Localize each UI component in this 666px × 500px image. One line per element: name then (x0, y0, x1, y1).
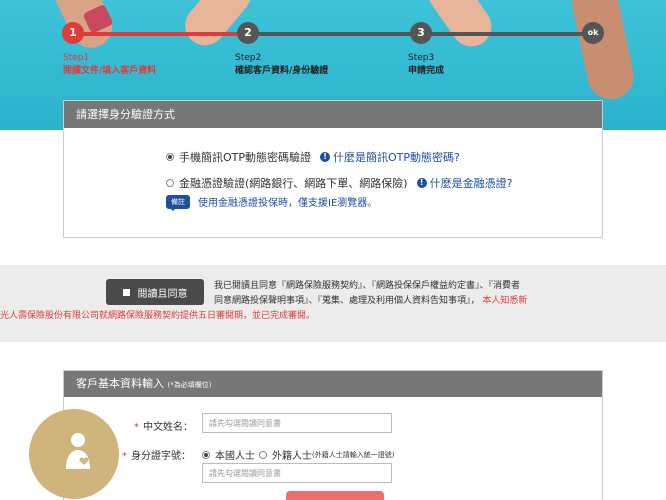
agreement-line-2: 同意網路投保聲明事項』、『蒐集、處理及利用個人資料告知事項』， (214, 296, 480, 306)
id-number-input[interactable] (202, 463, 392, 483)
customer-panel-title: 客戶基本資料輸入 (*為必填欄位) (64, 371, 602, 397)
agreement-line-3: 光人壽保險股份有限公司就網路保險服務契約提供五日審閱期，並已完成審閱。 (0, 311, 316, 321)
step-1-label: Step1 閱讀文件/填入客戶資料 (63, 52, 156, 78)
step-1-title: 閱讀文件/填入客戶資料 (63, 66, 157, 76)
customer-title: 客戶基本資料輸入 (76, 377, 164, 390)
step-2-label: Step2 確認客戶資料/身份驗證 (235, 52, 328, 78)
foreign-note: (外籍人士請輸入統一證號) (312, 450, 395, 459)
step-2-number: Step2 (235, 53, 262, 63)
otp-option-label: 手機簡訊OTP動態密碼驗證 (179, 151, 312, 164)
otp-help-link[interactable]: 什麼是簡訊OTP動態密碼? (333, 149, 460, 165)
foreign-label: 外籍人士 (272, 451, 312, 462)
checkbox-icon (122, 288, 130, 296)
person-icon (66, 433, 90, 469)
step-3-label: Step3 申請完成 (408, 52, 444, 78)
step-1-dot: 1 (62, 22, 84, 44)
info-icon: ! (416, 178, 427, 188)
step-ok-dot: ok (582, 22, 604, 44)
step-2-title: 確認客戶資料/身份驗證 (235, 66, 329, 76)
id-label-text: 身分證字號： (131, 451, 191, 462)
stepper-progress-line (72, 32, 248, 36)
domestic-radio[interactable] (202, 450, 210, 459)
step-3-dot: 3 (410, 22, 432, 44)
name-label-text: 中文姓名： (143, 422, 193, 433)
note-badge: 備註 (166, 194, 190, 211)
domestic-label: 本國人士 (215, 451, 255, 462)
otp-option[interactable]: 手機簡訊OTP動態密碼驗證 ! 什麼是簡訊OTP動態密碼? (166, 149, 460, 165)
otp-radio[interactable] (166, 153, 174, 161)
agreement-section: 我已閱讀且同意『網路保險服務契約』、『網路投保保戶權益約定書』、『消費者 同意網… (0, 265, 666, 342)
step-2-dot: 2 (237, 22, 259, 44)
agreement-line-1: 我已閱讀且同意『網路保險服務契約』、『網路投保保戶權益約定書』、『消費者 (214, 281, 521, 291)
step-3-title: 申請完成 (408, 66, 445, 76)
read-and-agree-label: 閱讀且同意 (137, 288, 188, 300)
id-label: * 身分證字號： (122, 451, 191, 462)
certificate-option[interactable]: 金融憑證驗證(網路銀行、網路下單、網路保險) ! 什麼是金融憑證? (166, 175, 512, 191)
application-page: 1 2 3 ok Step1 閱讀文件/填入客戶資料 Step2 確認客戶資料/… (0, 0, 666, 500)
foreign-radio[interactable] (259, 450, 267, 459)
hero-arm-image (420, 0, 500, 55)
required-note: (*為必填欄位) (167, 381, 212, 389)
chinese-name-input[interactable] (202, 413, 392, 433)
note-text: 使用金融憑證投保時，僅支援IE瀏覽器。 (198, 198, 378, 209)
customer-info-panel: 客戶基本資料輸入 (*為必填欄位) *中文姓名： *身分證字號： 本國人士 外籍… (29, 370, 603, 500)
identity-verification-panel: 請選擇身分驗證方式 手機簡訊OTP動態密碼驗證 ! 什麼是簡訊OTP動態密碼? … (63, 100, 603, 238)
info-icon: ! (320, 152, 331, 162)
agreement-line-2-red: 本人知悉新 (482, 296, 528, 306)
ie-note: 備註 使用金融憑證投保時，僅支援IE瀏覽器。 (166, 194, 378, 211)
certificate-help-link[interactable]: 什麼是金融憑證? (430, 175, 513, 191)
step-3-number: Step3 (408, 53, 435, 63)
submit-button[interactable] (286, 491, 384, 500)
step-1-number: Step1 (63, 53, 90, 63)
read-and-agree-button[interactable]: 閱讀且同意 (106, 279, 204, 305)
certificate-radio[interactable] (166, 179, 174, 187)
hero-arm-image (568, 0, 638, 104)
identity-panel-title: 請選擇身分驗證方式 (64, 101, 602, 128)
user-avatar-icon (29, 409, 119, 499)
name-label: * 中文姓名： (134, 422, 193, 433)
nationality-radio-group[interactable]: 本國人士 外籍人士 (外籍人士請輸入統一證號) (202, 447, 394, 462)
certificate-option-label: 金融憑證驗證(網路銀行、網路下單、網路保險) (179, 177, 408, 190)
